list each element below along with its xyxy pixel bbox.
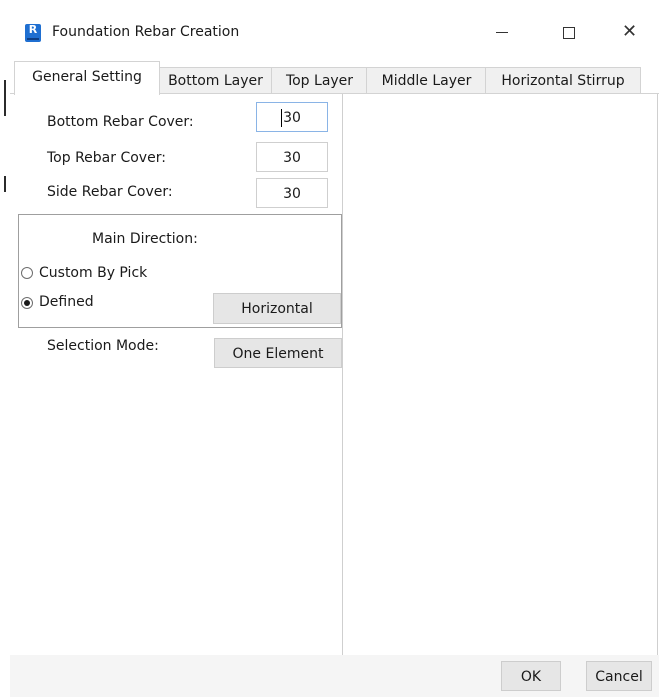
bottom-cover-label: Bottom Rebar Cover: (47, 114, 194, 130)
app-icon: R (25, 24, 41, 42)
edge-mark (4, 80, 6, 116)
defined-label[interactable]: Defined (39, 294, 94, 310)
main-direction-group: Main Direction: Custom By Pick Defined H… (18, 214, 342, 328)
maximize-icon (563, 27, 575, 39)
side-cover-input[interactable]: 30 (256, 178, 328, 208)
tab-strip: General Setting Bottom Layer Top Layer M… (10, 58, 659, 95)
close-button[interactable]: ✕ (612, 18, 652, 48)
custom-by-pick-radio[interactable] (21, 267, 33, 279)
preview-canvas[interactable] (342, 94, 658, 656)
close-icon: ✕ (622, 21, 638, 42)
tab-middle-layer[interactable]: Middle Layer (366, 67, 487, 94)
direction-button[interactable]: Horizontal (213, 293, 341, 324)
edge-mark (4, 176, 6, 192)
ok-button[interactable]: OK (501, 661, 561, 691)
window-left-edge (0, 0, 10, 697)
top-cover-label: Top Rebar Cover: (47, 150, 166, 166)
tab-bottom-layer[interactable]: Bottom Layer (158, 67, 273, 94)
selection-mode-button[interactable]: One Element (214, 338, 342, 368)
tab-general-setting[interactable]: General Setting (14, 61, 160, 95)
cancel-button[interactable]: Cancel (586, 661, 652, 691)
radio-selected-dot (24, 300, 30, 306)
tab-horizontal-stirrup[interactable]: Horizontal Stirrup (485, 67, 641, 94)
minimize-button[interactable] (482, 18, 522, 48)
selection-mode-label: Selection Mode: (47, 338, 159, 354)
bottom-cover-value: 30 (283, 110, 301, 126)
side-cover-label: Side Rebar Cover: (47, 184, 173, 200)
minimize-icon (496, 32, 508, 33)
main-direction-title: Main Direction: (92, 231, 198, 247)
top-cover-input[interactable]: 30 (256, 142, 328, 172)
window-title: Foundation Rebar Creation (52, 24, 240, 40)
custom-by-pick-label[interactable]: Custom By Pick (39, 265, 147, 281)
dialog-window: R Foundation Rebar Creation ✕ General Se… (10, 8, 659, 697)
dialog-footer: OK Cancel (10, 655, 659, 697)
title-bar[interactable]: R Foundation Rebar Creation ✕ (10, 8, 659, 56)
tab-content: Bottom Rebar Cover: 30 Top Rebar Cover: … (10, 94, 659, 697)
settings-panel: Bottom Rebar Cover: 30 Top Rebar Cover: … (10, 94, 342, 697)
bottom-cover-input[interactable]: 30 (256, 102, 328, 132)
text-caret (281, 109, 282, 127)
maximize-button[interactable] (548, 18, 588, 48)
tab-top-layer[interactable]: Top Layer (271, 67, 368, 94)
defined-radio[interactable] (21, 297, 33, 309)
